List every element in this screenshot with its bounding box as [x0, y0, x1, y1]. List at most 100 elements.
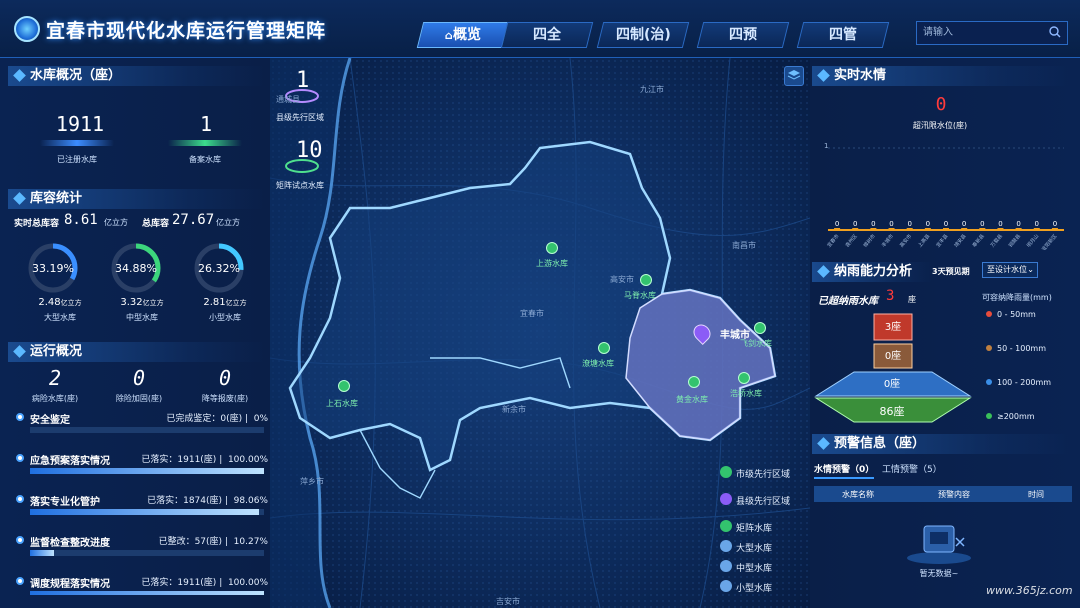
- reservoir-name: 黄金水库: [676, 395, 708, 404]
- reservoir-pin[interactable]: [688, 376, 700, 388]
- progress-fill: [30, 591, 264, 595]
- watermark: www.365jz.com: [986, 584, 1073, 597]
- data-label: 0: [1016, 220, 1020, 228]
- tick-label: 高安市: [898, 233, 913, 249]
- rain-legend-item: 50 - 100mm: [986, 344, 1046, 353]
- dangerous-label: 病险水库(座): [31, 394, 79, 403]
- tab-four-manage[interactable]: 四管: [796, 22, 890, 48]
- tick-label: 宜春市: [826, 233, 841, 249]
- over-limit-count: 0: [935, 94, 947, 115]
- progress-fill: [30, 550, 55, 556]
- ring-value-large: 2.48亿立方: [38, 297, 82, 308]
- bar: [834, 228, 841, 230]
- progress-fill: [30, 468, 264, 474]
- tick-label: 上高县: [916, 233, 931, 249]
- tab-engineering-warning[interactable]: 工情预警（5）: [882, 462, 942, 475]
- legend-dot-icon: [986, 345, 992, 351]
- water-level-chart: 0 宜春市 0 袁州区 0 樟树市 0 丰城市 0 高安市 0 上高县 0 宜丰县 0 靖安县 0 奉新县 0 万载县…: [826, 147, 1064, 250]
- column-header: 预警内容: [938, 490, 970, 499]
- city-zone-icon: [720, 466, 732, 478]
- data-label: 0: [1053, 220, 1057, 228]
- large-reservoir-icon: [720, 540, 732, 552]
- legend-dot-icon: [986, 311, 992, 317]
- medium-reservoir-icon: [720, 560, 732, 572]
- downgrade-label: 降等报废(座): [201, 394, 249, 403]
- bar: [1033, 228, 1040, 230]
- city-label: 高安市: [610, 275, 634, 284]
- over-rain-unit: 座: [908, 295, 916, 304]
- tick-label: 丰城市: [880, 233, 895, 249]
- county-name: 丰城市: [720, 330, 750, 341]
- column-header: 水库名称: [842, 490, 874, 499]
- reservoir-name: 潦塘水库: [582, 359, 614, 368]
- data-label: 0: [944, 220, 948, 228]
- water-title: 实时水情: [812, 66, 1072, 86]
- total-capacity-value: 27.67: [172, 212, 215, 228]
- reservoir-pin[interactable]: [598, 342, 610, 354]
- warning-table-header: 水库名称 预警内容 时间: [814, 486, 1072, 502]
- bar: [906, 228, 913, 230]
- tick-label: 樟树市: [862, 233, 877, 249]
- reservoir-pin[interactable]: [738, 372, 750, 384]
- city-label: 宜春市: [520, 309, 544, 318]
- registered-glow: [40, 140, 114, 146]
- registered-count: 1911: [55, 112, 105, 136]
- progress-fill: [30, 509, 260, 515]
- realtime-capacity-value: 8.61: [64, 212, 98, 228]
- funnel-label: 0座: [883, 379, 901, 390]
- tab-water-warning[interactable]: 水情预警（0）: [814, 462, 875, 479]
- small-reservoir-icon: [720, 580, 732, 592]
- page-title: 宜春市现代化水库运行管理矩阵: [46, 20, 327, 42]
- filed-glow: [168, 140, 242, 146]
- matrix-label: 矩阵试点水库: [276, 181, 324, 190]
- search-input[interactable]: 请输入: [916, 21, 1068, 45]
- search-icon[interactable]: [1049, 26, 1061, 38]
- reinforce-count: 0: [132, 366, 146, 390]
- level-select[interactable]: 至设计水位 ⌄: [982, 262, 1038, 278]
- layer-toggle-icon[interactable]: [784, 66, 804, 86]
- ring-label-large: 大型水库: [44, 313, 76, 322]
- data-label: 0: [853, 220, 857, 228]
- ring-label-medium: 中型水库: [126, 313, 158, 322]
- bar: [852, 228, 859, 230]
- data-label: 0: [835, 220, 839, 228]
- chevron-down-icon: ⌄: [1027, 265, 1034, 274]
- tab-four-systems[interactable]: 四制(治): [596, 22, 690, 48]
- legend-dot-icon: [986, 379, 992, 385]
- bar: [924, 228, 931, 230]
- progress-track: [30, 468, 264, 474]
- bar: [870, 228, 877, 230]
- city-label: 萍乡市: [300, 477, 324, 486]
- legend-dot-icon: [986, 413, 992, 419]
- ring-value-small: 2.81亿立方: [203, 297, 247, 308]
- data-label: 0: [998, 220, 1002, 228]
- data-label: 0: [871, 220, 875, 228]
- reservoir-pin[interactable]: [640, 274, 652, 286]
- reservoir-pin[interactable]: [546, 242, 558, 254]
- dangerous-count: 2: [48, 366, 62, 390]
- data-label: 0: [907, 220, 911, 228]
- row-dot-icon: [16, 536, 24, 544]
- city-label: 新余市: [502, 405, 526, 414]
- logo-icon: [14, 16, 40, 42]
- reservoir-pin[interactable]: [754, 322, 766, 334]
- county-zone-icon: [720, 493, 732, 505]
- row-dot-icon: [16, 577, 24, 585]
- tab-four-forecast[interactable]: 四预: [696, 22, 790, 48]
- progress-row-inspection: 监督检查整改进度 已整改：57(座) | 10.27%: [14, 534, 268, 570]
- tab-overview[interactable]: ⌂ 概览: [416, 22, 510, 48]
- reservoir-pin[interactable]: [338, 380, 350, 392]
- tick-label: 宜阳新区: [1040, 233, 1058, 250]
- tick-label: 袁州区: [844, 233, 859, 249]
- column-header: 时间: [1028, 490, 1044, 499]
- tick-label: 奉新县: [971, 233, 986, 249]
- data-label: 0: [926, 220, 930, 228]
- county-label: 县级先行区域: [276, 113, 324, 122]
- tab-four-full[interactable]: 四全: [500, 22, 594, 48]
- home-icon: ⌂: [444, 29, 453, 42]
- rain-legend-item: 100 - 200mm: [986, 378, 1051, 387]
- matrix-badge-icon: [285, 159, 319, 173]
- empty-text: 暂无数据~: [919, 569, 959, 578]
- progress-row-safety: 安全鉴定 已完成鉴定：0(座) | 0%: [14, 411, 268, 447]
- reservoir-name: 浩桥水库: [730, 389, 762, 398]
